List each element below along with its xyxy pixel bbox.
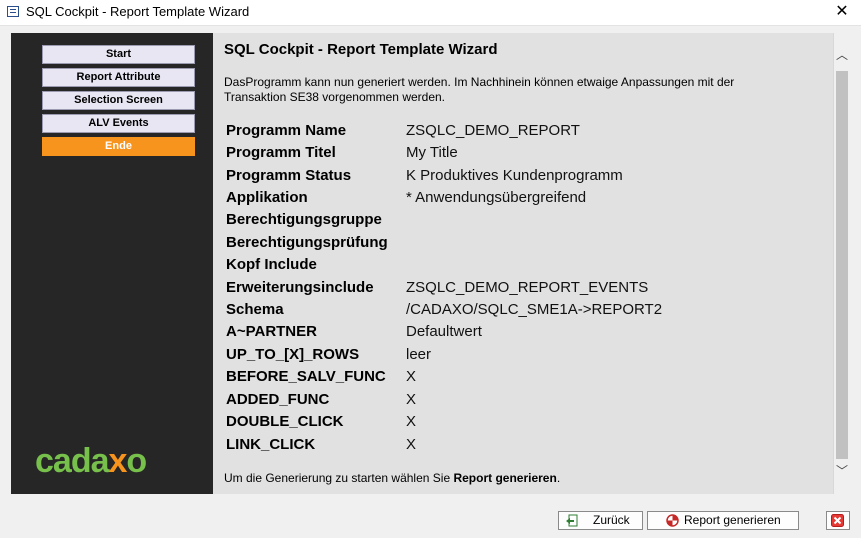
field-row-double-click: DOUBLE_CLICK X bbox=[226, 413, 826, 435]
nav-alv-events-button[interactable]: ALV Events bbox=[42, 114, 195, 133]
footer-text-bold: Report generieren bbox=[453, 471, 557, 485]
field-row-erweiterungsinclude: Erweiterungsinclude ZSQLC_DEMO_REPORT_EV… bbox=[226, 279, 826, 301]
field-row-a-partner: A~PARTNER Defaultwert bbox=[226, 323, 826, 345]
scrollbar-thumb[interactable] bbox=[836, 71, 848, 459]
scroll-down-icon[interactable]: ﹀ bbox=[834, 463, 850, 480]
scroll-up-icon[interactable]: ︿ bbox=[834, 47, 850, 64]
field-row-up-to-rows: UP_TO_[X]_ROWS leer bbox=[226, 346, 826, 368]
generate-report-label: Report generieren bbox=[684, 513, 781, 527]
field-value: X bbox=[406, 436, 417, 453]
field-row-programm-name: Programm Name ZSQLC_DEMO_REPORT bbox=[226, 122, 826, 144]
logo-text-1: cada bbox=[35, 442, 109, 480]
field-label: Programm Titel bbox=[226, 144, 336, 161]
logo-text-x: x bbox=[108, 442, 128, 480]
cadaxo-logo: cadaxo bbox=[35, 442, 147, 481]
field-label: ADDED_FUNC bbox=[226, 391, 330, 408]
footer-text-suffix: . bbox=[556, 471, 561, 485]
field-value: leer bbox=[406, 346, 432, 363]
cancel-icon bbox=[831, 514, 844, 527]
main-content: SQL Cockpit - Report Template Wizard Das… bbox=[213, 33, 833, 494]
field-label: Schema bbox=[226, 301, 284, 318]
vertical-scrollbar[interactable]: ︿ ﹀ bbox=[833, 33, 850, 494]
field-value: ZSQLC_DEMO_REPORT bbox=[406, 122, 580, 139]
field-value: X bbox=[406, 413, 417, 430]
field-value: K Produktives Kundenprogramm bbox=[406, 167, 623, 184]
field-row-added-func: ADDED_FUNC X bbox=[226, 391, 826, 413]
field-label: Berechtigungsprüfung bbox=[226, 234, 388, 251]
footer-text-prefix: Um die Generierung zu starten wählen Sie bbox=[224, 471, 454, 485]
field-value: * Anwendungsübergreifend bbox=[406, 189, 587, 206]
field-value: ZSQLC_DEMO_REPORT_EVENTS bbox=[406, 279, 649, 296]
close-window-button[interactable]: ✕ bbox=[831, 1, 853, 23]
field-row-berechtigungspruefung: Berechtigungsprüfung bbox=[226, 234, 826, 256]
field-label: DOUBLE_CLICK bbox=[226, 413, 344, 430]
back-arrow-icon bbox=[566, 514, 578, 527]
field-row-kopf-include: Kopf Include bbox=[226, 256, 826, 278]
logo-text-3: o bbox=[126, 442, 147, 480]
field-value: Defaultwert bbox=[406, 323, 482, 340]
field-row-berechtigungsgruppe: Berechtigungsgruppe bbox=[226, 211, 826, 233]
back-button[interactable]: Zurück bbox=[558, 511, 643, 530]
field-label: Kopf Include bbox=[226, 256, 317, 273]
back-button-label: Zurück bbox=[593, 513, 630, 527]
execute-icon bbox=[666, 514, 679, 527]
field-label: Programm Name bbox=[226, 122, 347, 139]
cancel-button[interactable] bbox=[826, 511, 850, 530]
intro-text: DasProgramm kann nun generiert werden. I… bbox=[224, 75, 735, 104]
nav-report-attribute-button[interactable]: Report Attribute bbox=[42, 68, 195, 87]
field-label: Programm Status bbox=[226, 167, 352, 184]
field-value: X bbox=[406, 368, 417, 385]
field-row-schema: Schema /CADAXO/SQLC_SME1A->REPORT2 bbox=[226, 301, 826, 323]
footer-instruction: Um die Generierung zu starten wählen Sie… bbox=[224, 471, 560, 485]
nav-ende-button[interactable]: Ende bbox=[42, 137, 195, 156]
field-value: My Title bbox=[406, 144, 458, 161]
field-row-programm-status: Programm Status K Produktives Kundenprog… bbox=[226, 167, 826, 189]
field-label: A~PARTNER bbox=[226, 323, 317, 340]
window-title: SQL Cockpit - Report Template Wizard bbox=[26, 4, 250, 19]
wizard-sidebar: Start Report Attribute Selection Screen … bbox=[11, 33, 213, 494]
nav-start-button[interactable]: Start bbox=[42, 45, 195, 64]
field-label: UP_TO_[X]_ROWS bbox=[226, 346, 360, 363]
nav-selection-screen-button[interactable]: Selection Screen bbox=[42, 91, 195, 110]
field-label: Applikation bbox=[226, 189, 308, 206]
generate-report-button[interactable]: Report generieren bbox=[647, 511, 799, 530]
page-title: SQL Cockpit - Report Template Wizard bbox=[224, 41, 498, 58]
title-bar: SQL Cockpit - Report Template Wizard ✕ bbox=[0, 0, 861, 26]
field-row-applikation: Applikation * Anwendungsübergreifend bbox=[226, 189, 826, 211]
field-value: /CADAXO/SQLC_SME1A->REPORT2 bbox=[406, 301, 663, 318]
field-value: X bbox=[406, 391, 417, 408]
field-row-link-click: LINK_CLICK X bbox=[226, 436, 826, 458]
field-label: Berechtigungsgruppe bbox=[226, 211, 382, 228]
field-label: BEFORE_SALV_FUNC bbox=[226, 368, 386, 385]
field-label: LINK_CLICK bbox=[226, 436, 316, 453]
field-row-before-salv-func: BEFORE_SALV_FUNC X bbox=[226, 368, 826, 390]
window-app-icon bbox=[7, 6, 19, 17]
field-label: Erweiterungsinclude bbox=[226, 279, 374, 296]
field-row-programm-titel: Programm Titel My Title bbox=[226, 144, 826, 166]
